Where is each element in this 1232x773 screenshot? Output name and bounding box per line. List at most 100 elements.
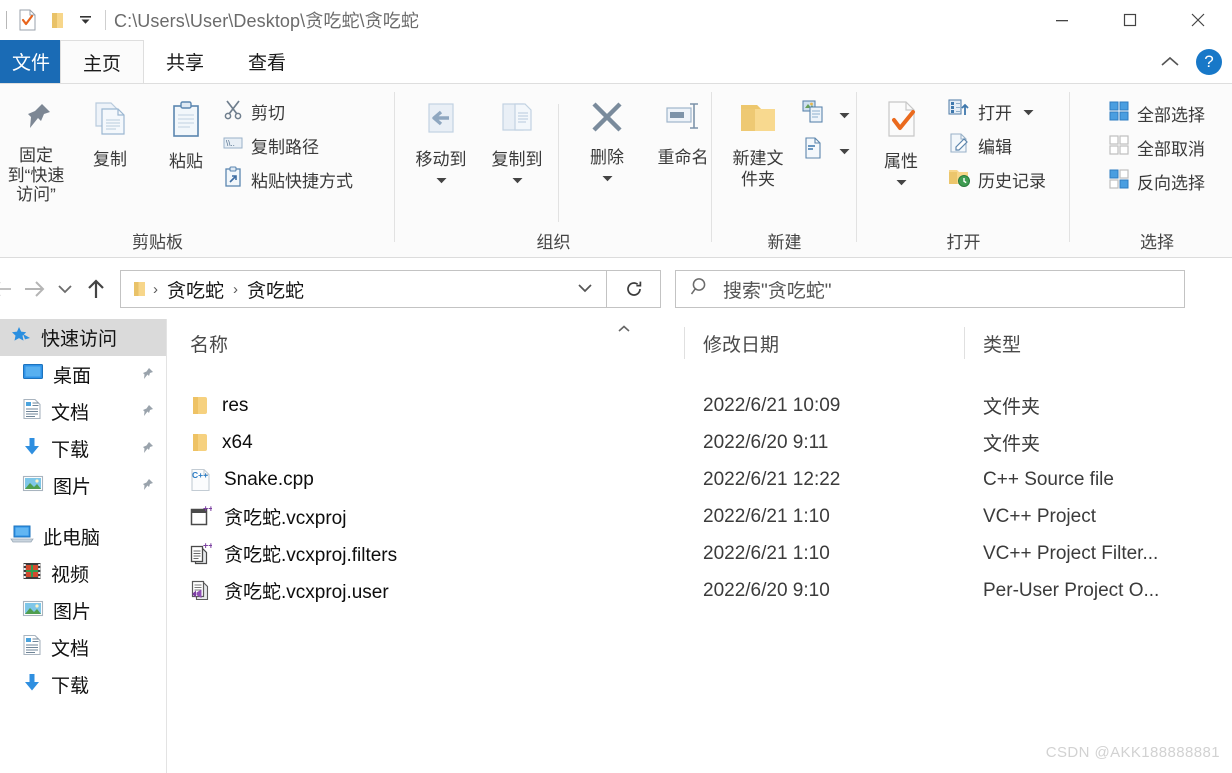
easy-access-caret-icon[interactable] bbox=[839, 142, 850, 160]
search-box[interactable]: 搜索"贪吃蛇" bbox=[675, 270, 1185, 308]
select-none-button[interactable]: 全部取消 bbox=[1104, 130, 1209, 164]
easy-access-button[interactable] bbox=[796, 132, 854, 168]
sidebar-item-desktop[interactable]: 桌面 bbox=[0, 356, 166, 393]
minimize-button[interactable] bbox=[1028, 0, 1096, 40]
move-to-caret-icon[interactable] bbox=[436, 171, 447, 189]
tab-view[interactable]: 查看 bbox=[226, 40, 308, 83]
file-list-top-gap bbox=[168, 367, 1232, 387]
properties-button[interactable]: 属性 bbox=[865, 90, 937, 196]
table-row[interactable]: ++ 贪吃蛇.vcxproj 2022/6/21 1:10 VC++ Proje… bbox=[168, 498, 1232, 535]
help-icon[interactable]: ? bbox=[1196, 48, 1222, 75]
copy-to-button[interactable]: 复制到 bbox=[479, 90, 555, 189]
sidebar-item-documents-pc[interactable]: 文档 bbox=[0, 629, 166, 666]
column-header-type[interactable]: 类型 bbox=[964, 319, 1232, 367]
delete-button[interactable]: 删除 bbox=[569, 90, 645, 189]
column-header-row: 名称 修改日期 类型 bbox=[168, 319, 1232, 367]
sidebar-item-videos[interactable]: 视频 bbox=[0, 555, 166, 592]
open-button[interactable]: 打开 bbox=[943, 94, 1050, 128]
paste-button[interactable]: 粘贴 bbox=[148, 90, 224, 205]
file-name-label: Snake.cpp bbox=[224, 468, 314, 490]
new-item-button[interactable] bbox=[796, 96, 854, 132]
downloads-icon bbox=[22, 436, 42, 462]
new-folder-button[interactable]: 新建文件夹 bbox=[726, 90, 790, 191]
up-button[interactable] bbox=[78, 272, 114, 306]
file-name-cell: ++ 贪吃蛇.vcxproj.filters bbox=[168, 540, 684, 567]
refresh-button[interactable] bbox=[607, 270, 661, 308]
quick-access-toolbar bbox=[0, 9, 114, 31]
copy-label: 复制 bbox=[93, 150, 127, 169]
file-name-label: x64 bbox=[222, 431, 253, 453]
properties-quick-icon[interactable] bbox=[16, 9, 38, 31]
copy-path-button[interactable]: \\.. 复制路径 bbox=[218, 128, 357, 162]
sidebar-item-documents[interactable]: 文档 bbox=[0, 393, 166, 430]
easy-access-icon bbox=[800, 135, 826, 166]
properties-caret-icon[interactable] bbox=[896, 173, 907, 191]
table-row[interactable]: ++ 贪吃蛇.vcxproj.filters 2022/6/21 1:10 VC… bbox=[168, 535, 1232, 572]
file-name-cell: C++ Snake.cpp bbox=[168, 468, 684, 492]
qat-right-divider bbox=[105, 10, 106, 30]
file-list-pane[interactable]: 名称 修改日期 类型 res 2022/6/21 10:09 文件夹 x64 2… bbox=[168, 319, 1232, 773]
forward-button[interactable] bbox=[16, 272, 52, 306]
new-folder-quick-icon[interactable] bbox=[47, 9, 69, 31]
pin-icon[interactable] bbox=[140, 478, 154, 498]
sidebar-item-pictures-quick[interactable]: 图片 bbox=[0, 467, 166, 504]
edit-button[interactable]: 编辑 bbox=[943, 128, 1050, 162]
svg-text:\\..: \\.. bbox=[226, 139, 235, 148]
table-row[interactable]: C++ Snake.cpp 2022/6/21 12:22 C++ Source… bbox=[168, 461, 1232, 498]
sidebar-item-pictures[interactable]: 图片 bbox=[0, 592, 166, 629]
move-to-button[interactable]: 移动到 bbox=[403, 90, 479, 189]
sidebar-item-downloads-pc[interactable]: 下载 bbox=[0, 666, 166, 703]
table-row[interactable]: x64 2022/6/20 9:11 文件夹 bbox=[168, 424, 1232, 461]
sidebar-item-documents-pc-label: 文档 bbox=[51, 639, 90, 660]
maximize-button[interactable] bbox=[1096, 0, 1164, 40]
collapse-ribbon-icon[interactable] bbox=[1156, 48, 1184, 76]
breadcrumb-item-1[interactable]: 贪吃蛇 bbox=[163, 276, 228, 303]
sidebar-item-downloads[interactable]: 下载 bbox=[0, 430, 166, 467]
back-button[interactable] bbox=[0, 272, 16, 306]
pin-icon[interactable] bbox=[140, 404, 154, 424]
column-header-date[interactable]: 修改日期 bbox=[684, 319, 964, 367]
copy-button[interactable]: 复制 bbox=[72, 90, 148, 205]
open-caret-icon[interactable] bbox=[1023, 103, 1034, 121]
address-bar-row: › 贪吃蛇 › 贪吃蛇 搜索"贪吃蛇" bbox=[0, 259, 1232, 319]
recent-locations-caret-icon[interactable] bbox=[52, 272, 78, 306]
edit-icon bbox=[947, 131, 971, 160]
paste-label: 粘贴 bbox=[169, 152, 203, 171]
pin-icon[interactable] bbox=[140, 367, 154, 387]
copy-icon bbox=[88, 98, 132, 147]
navigation-pane[interactable]: 快速访问 桌面 文档 下载 图片 此电脑 视频 图片 文档 下载 bbox=[0, 319, 167, 773]
sidebar-item-quick-access[interactable]: 快速访问 bbox=[0, 319, 166, 356]
paste-shortcut-button[interactable]: 粘贴快捷方式 bbox=[218, 162, 357, 196]
sidebar-item-this-pc[interactable]: 此电脑 bbox=[0, 518, 166, 555]
pin-to-quick-access-button[interactable]: 固定到“快速访问” bbox=[0, 90, 72, 205]
new-item-caret-icon[interactable] bbox=[839, 106, 850, 124]
watermark: CSDN @AKK188888881 bbox=[1045, 744, 1220, 761]
history-button[interactable]: 历史记录 bbox=[943, 162, 1050, 196]
close-button[interactable] bbox=[1164, 0, 1232, 40]
search-input[interactable]: 搜索"贪吃蛇" bbox=[723, 276, 832, 303]
copy-to-caret-icon[interactable] bbox=[512, 171, 523, 189]
tab-home[interactable]: 主页 bbox=[60, 40, 145, 83]
move-to-label: 移动到 bbox=[415, 150, 467, 169]
invert-selection-button[interactable]: 反向选择 bbox=[1104, 164, 1209, 198]
documents-icon bbox=[22, 634, 42, 661]
rename-icon bbox=[661, 98, 705, 145]
select-all-button[interactable]: 全部选择 bbox=[1104, 96, 1209, 130]
table-row[interactable]: 贪吃蛇.vcxproj.user 2022/6/20 9:10 Per-User… bbox=[168, 572, 1232, 609]
rename-button[interactable]: 重命名 bbox=[645, 90, 721, 189]
delete-caret-icon[interactable] bbox=[602, 169, 613, 187]
customize-qat-caret-icon[interactable] bbox=[78, 13, 92, 27]
cut-button[interactable]: 剪切 bbox=[218, 94, 357, 128]
table-row[interactable]: res 2022/6/21 10:09 文件夹 bbox=[168, 387, 1232, 424]
address-dropdown-caret-icon[interactable] bbox=[578, 280, 606, 298]
properties-icon bbox=[880, 98, 922, 149]
breadcrumb-item-2[interactable]: 贪吃蛇 bbox=[243, 276, 308, 303]
file-name-cell: ++ 贪吃蛇.vcxproj bbox=[168, 503, 684, 530]
pin-icon[interactable] bbox=[140, 441, 154, 461]
window-path-title: C:\Users\User\Desktop\贪吃蛇\贪吃蛇 bbox=[114, 11, 419, 31]
tab-file[interactable]: 文件 bbox=[0, 40, 60, 83]
column-header-name[interactable]: 名称 bbox=[168, 319, 684, 367]
tab-share[interactable]: 共享 bbox=[144, 40, 226, 83]
address-bar[interactable]: › 贪吃蛇 › 贪吃蛇 bbox=[120, 270, 607, 308]
column-header-type-label: 类型 bbox=[983, 334, 1022, 356]
